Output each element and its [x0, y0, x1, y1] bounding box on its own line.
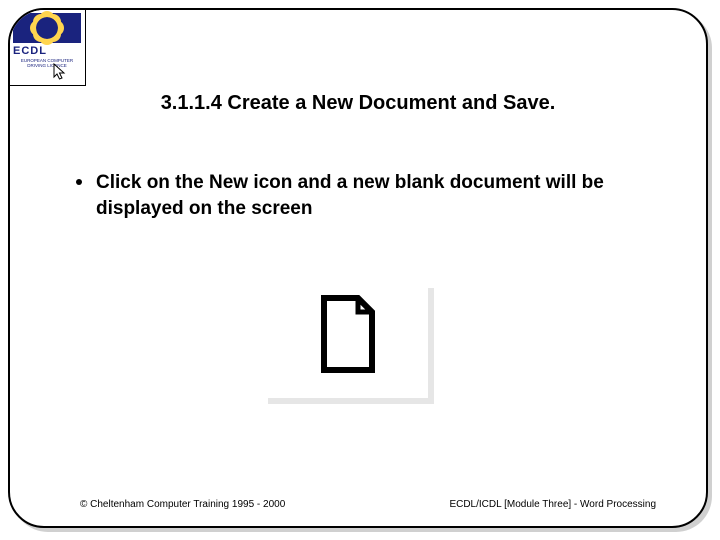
bullet-item: Click on the New icon and a new blank do… — [76, 170, 654, 221]
ecdl-logo: ECDL EUROPEAN COMPUTER DRIVING LICENCE — [8, 8, 86, 86]
new-document-icon — [320, 294, 376, 374]
eu-flag-icon — [13, 13, 81, 43]
logo-acronym: ECDL — [13, 45, 81, 57]
footer-module: ECDL/ICDL [Module Three] - Word Processi… — [449, 499, 656, 510]
cursor-icon — [53, 63, 67, 81]
toolbar-icon-illustration — [258, 278, 428, 398]
bullet-marker-icon — [76, 179, 82, 185]
bullet-text: Click on the New icon and a new blank do… — [96, 170, 654, 221]
bullet-keyword: New — [209, 172, 248, 193]
illustration-surface — [258, 278, 428, 398]
slide-title: 3.1.1.4 Create a New Document and Save. — [10, 92, 706, 115]
slide-frame: ECDL EUROPEAN COMPUTER DRIVING LICENCE 3… — [8, 8, 708, 528]
bullet-pre: Click on the — [96, 172, 209, 193]
footer-copyright: © Cheltenham Computer Training 1995 - 20… — [80, 499, 285, 510]
logo-subtitle: EUROPEAN COMPUTER DRIVING LICENCE — [13, 59, 81, 69]
bullet-list: Click on the New icon and a new blank do… — [76, 170, 654, 221]
